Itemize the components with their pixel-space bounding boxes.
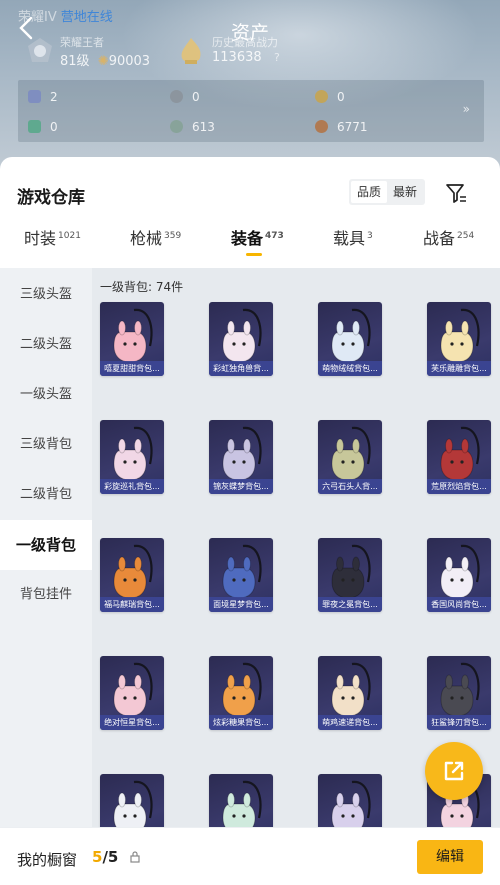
coin-gold-icon (315, 90, 328, 103)
backpack-card[interactable]: 面境星梦背包... (209, 538, 273, 612)
showcase-bar: 我的橱窗 5/5 编辑 (0, 827, 500, 885)
edit-button[interactable]: 编辑 (417, 840, 483, 874)
card-green-icon (28, 120, 41, 133)
backpack-card[interactable] (100, 774, 164, 828)
sidebar-item-helmet-1[interactable]: 一级头盔 (0, 370, 92, 420)
resource-cards: 0 (28, 120, 58, 134)
lock-icon (130, 851, 140, 863)
showcase-label: 我的橱窗 (17, 851, 78, 869)
power-stat: 历史最高战力 113638 ? (172, 34, 332, 70)
backpack-name: 萌物绒绒背包... (318, 361, 382, 376)
coin-silver-icon (170, 90, 183, 103)
backpack-icon (331, 780, 371, 828)
subcategory-sidebar: 三级头盔 二级头盔 一级头盔 三级背包 二级背包 一级背包 背包挂件 (0, 268, 92, 828)
warehouse-sheet: 游戏仓库 品质 最新 时装 1021 枪械 359 装备 473 载具 3 战备 254 … (0, 157, 500, 885)
grid-count-label: 一级背包: 74件 (100, 280, 184, 294)
backpack-name: 彩虹独角兽背... (209, 361, 273, 376)
backpack-name: 六弓石头人背... (318, 479, 382, 494)
asset-header: 荣耀IV 营地在线 资产 荣耀王者 81级 ✺90003 历史最高战力 11363… (0, 0, 500, 175)
backpack-card[interactable]: 嘻夏甜甜背包... (100, 302, 164, 376)
backpack-name: 彩旋巡礼背包... (100, 479, 164, 494)
rank-badge-icon (28, 38, 52, 62)
backpack-name: 香国风尚背包... (427, 597, 491, 612)
filter-icon[interactable] (444, 181, 468, 205)
backpack-card[interactable]: 绝对恒星背包... (100, 656, 164, 730)
backpack-name: 面境星梦背包... (209, 597, 273, 612)
shell-icon (170, 120, 183, 133)
sidebar-item-helmet-2[interactable]: 二级头盔 (0, 320, 92, 370)
backpack-card[interactable]: 彩旋巡礼背包... (100, 420, 164, 494)
flame-trophy-icon (181, 38, 201, 64)
resource-silver: 0 (170, 90, 200, 104)
category-tabs: 时装 1021 枪械 359 装备 473 载具 3 战备 254 (0, 225, 500, 267)
resource-more-icon[interactable]: » (463, 102, 470, 116)
resource-tickets: 2 (28, 90, 58, 104)
backpack-name: 罪夜之冕背包... (318, 597, 382, 612)
backpack-name: 嘻夏甜甜背包... (100, 361, 164, 376)
tab-fashion[interactable]: 时装 1021 (24, 225, 81, 249)
sort-quality-button[interactable]: 品质 (351, 181, 387, 203)
backpack-card[interactable]: 福马麒瑞背包... (100, 538, 164, 612)
item-grid: 一级背包: 74件 嘻夏甜甜背包... 彩虹独角兽背... 萌物绒绒背包... 芙乐雕… (92, 268, 500, 828)
backpack-card[interactable]: 狂鲨锋刃背包... (427, 656, 491, 730)
tab-vehicles[interactable]: 载具 3 (333, 225, 373, 249)
resource-panel: 2 0 0 0 613 6771 » (18, 80, 484, 142)
backpack-card[interactable]: 锦灰蝶梦背包... (209, 420, 273, 494)
backpack-card[interactable] (318, 774, 382, 828)
backpack-name: 锦灰蝶梦背包... (209, 479, 273, 494)
backpack-card[interactable]: 萌物绒绒背包... (318, 302, 382, 376)
backpack-name: 萌鸡速递背包... (318, 715, 382, 730)
backpack-name: 芙乐雕雕背包... (427, 361, 491, 376)
sort-toggle: 品质 最新 (349, 179, 425, 205)
backpack-card[interactable] (209, 774, 273, 828)
sidebar-item-backpack-pendant[interactable]: 背包挂件 (0, 570, 92, 620)
share-icon (444, 761, 464, 781)
resource-shells: 613 (170, 120, 215, 134)
backpack-card[interactable]: 香国风尚背包... (427, 538, 491, 612)
resource-gold: 0 (315, 90, 345, 104)
share-button[interactable] (425, 742, 483, 800)
rank-stat: 荣耀王者 81级 ✺90003 (20, 34, 170, 70)
resource-bronze: 6771 (315, 120, 368, 134)
backpack-name: 福马麒瑞背包... (100, 597, 164, 612)
tab-weapons[interactable]: 枪械 359 (130, 225, 181, 249)
backpack-card[interactable]: 罪夜之冕背包... (318, 538, 382, 612)
sidebar-item-backpack-3[interactable]: 三级背包 (0, 420, 92, 470)
coin-bronze-icon (315, 120, 328, 133)
backpack-card[interactable]: 炫彩糖果背包... (209, 656, 273, 730)
tab-equipment[interactable]: 装备 473 (231, 225, 284, 256)
backpack-name: 绝对恒星背包... (100, 715, 164, 730)
active-tab-indicator (246, 253, 262, 256)
sidebar-item-backpack-2[interactable]: 二级背包 (0, 470, 92, 520)
sidebar-item-backpack-1[interactable]: 一级背包 (0, 520, 92, 570)
showcase-count: 5/5 (92, 848, 119, 866)
backpack-card[interactable]: 萌鸡速递背包... (318, 656, 382, 730)
backpack-name: 狂鲨锋刃背包... (427, 715, 491, 730)
warehouse-title: 游戏仓库 (17, 188, 85, 208)
backpack-icon (222, 780, 262, 828)
backpack-card[interactable]: 荒原烈焰背包... (427, 420, 491, 494)
backpack-card[interactable]: 彩虹独角兽背... (209, 302, 273, 376)
sort-newest-button[interactable]: 最新 (387, 181, 423, 203)
backpack-name: 炫彩糖果背包... (209, 715, 273, 730)
backpack-name: 荒原烈焰背包... (427, 479, 491, 494)
sidebar-item-helmet-3[interactable]: 三级头盔 (0, 270, 92, 320)
backpack-card[interactable]: 六弓石头人背... (318, 420, 382, 494)
tab-supplies[interactable]: 战备 254 (423, 225, 474, 249)
backpack-icon (113, 780, 153, 828)
backpack-card[interactable]: 芙乐雕雕背包... (427, 302, 491, 376)
ticket-icon (28, 90, 41, 103)
